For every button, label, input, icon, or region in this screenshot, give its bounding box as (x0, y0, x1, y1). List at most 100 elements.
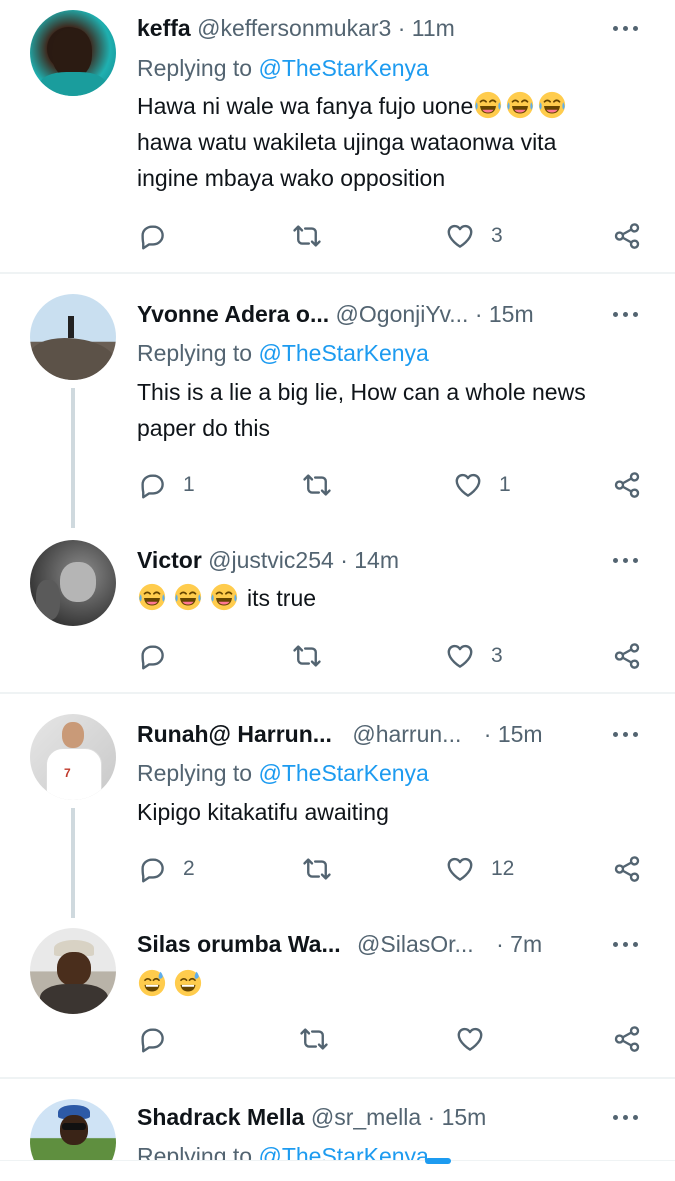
bottom-navigation-bar (0, 1158, 675, 1181)
like-button[interactable]: 3 (445, 216, 503, 256)
more-icon[interactable] (613, 18, 641, 38)
text-line: This is a lie a big lie, How can a whole… (137, 379, 586, 405)
compose-button-edge[interactable] (425, 1158, 451, 1164)
avatar[interactable] (30, 540, 116, 626)
more-icon[interactable] (613, 1107, 641, 1127)
separator-dot: · (340, 547, 348, 573)
timestamp[interactable]: 11m (412, 15, 455, 41)
tweet-header: Shadrack Mella @sr_mella · 15m (137, 1101, 615, 1133)
replying-to-link[interactable]: @TheStarKenya (258, 340, 428, 366)
tweet-actions (0, 1019, 675, 1059)
display-name[interactable]: Shadrack Mella (137, 1104, 304, 1130)
more-icon[interactable] (613, 304, 641, 324)
text-line-content: Hawa ni wale wa fanya fujo uone (137, 93, 474, 119)
share-button[interactable] (612, 849, 642, 889)
replying-to: Replying to @TheStarKenya (137, 1140, 429, 1160)
heart-icon (445, 221, 475, 251)
face-with-tears-of-joy-icon (137, 582, 167, 612)
reply-icon (137, 854, 167, 884)
like-button[interactable]: 1 (453, 465, 511, 505)
face-with-tears-of-joy-icon (173, 582, 203, 612)
retweet-button[interactable] (290, 216, 324, 256)
separator-dot: · (427, 1104, 436, 1130)
display-name[interactable]: Victor (137, 547, 202, 573)
text-line: paper do this (137, 415, 270, 441)
replying-to-link[interactable]: @TheStarKenya (258, 55, 428, 81)
display-name[interactable]: Silas orumba Wa... (137, 931, 341, 957)
heart-icon (453, 470, 483, 500)
more-icon[interactable] (613, 550, 641, 570)
avatar[interactable] (30, 1099, 116, 1160)
reply-icon (137, 470, 167, 500)
tweet-actions: 3 (0, 636, 675, 676)
tweet-header: Runah@ Harrun... @harrun... · 15m (137, 718, 615, 750)
handle[interactable]: @OgonjiYv... (336, 301, 469, 327)
face-with-tears-of-joy-icon (505, 90, 535, 120)
face-with-tears-of-joy-icon (537, 90, 567, 120)
avatar[interactable] (30, 928, 116, 1014)
tweet-actions: 2 12 (0, 849, 675, 889)
more-icon[interactable] (613, 934, 641, 954)
heart-icon (445, 854, 475, 884)
divider (0, 692, 675, 694)
timestamp[interactable]: 7m (510, 931, 542, 957)
timestamp[interactable]: 15m (442, 1104, 487, 1130)
like-count: 12 (491, 857, 515, 880)
like-button[interactable] (455, 1019, 485, 1059)
like-count: 1 (499, 473, 511, 496)
replying-to: Replying to @TheStarKenya (137, 337, 429, 369)
handle[interactable]: @harrun... (352, 721, 461, 747)
reply-button[interactable] (137, 216, 167, 256)
reply-button[interactable]: 1 (137, 465, 195, 505)
text-line: Kipigo kitakatifu awaiting (137, 799, 389, 825)
like-button[interactable]: 3 (445, 636, 503, 676)
share-button[interactable] (612, 636, 642, 676)
like-count: 3 (491, 224, 503, 247)
display-name[interactable]: Runah@ Harrun... (137, 721, 332, 747)
divider (0, 272, 675, 274)
timestamp[interactable]: 15m (498, 721, 543, 747)
like-count: 3 (491, 644, 503, 667)
display-name[interactable]: keffa (137, 15, 191, 41)
tweet-shadrack[interactable]: Shadrack Mella @sr_mella · 15m Replying … (0, 1079, 675, 1160)
reply-button[interactable]: 2 (137, 849, 195, 889)
replying-to-link[interactable]: @TheStarKenya (258, 1143, 428, 1160)
face-with-tears-of-joy-icon (209, 582, 239, 612)
retweet-button[interactable] (300, 465, 334, 505)
tweet-text: Kipigo kitakatifu awaiting (137, 794, 645, 830)
reply-count: 2 (183, 857, 195, 880)
text-line (137, 966, 645, 1002)
text-line: hawa watu wakileta ujinga wataonwa vita (137, 129, 557, 155)
like-button[interactable]: 12 (445, 849, 514, 889)
reply-button[interactable] (137, 636, 167, 676)
heart-icon (445, 641, 475, 671)
thread-line (71, 388, 75, 528)
more-icon[interactable] (613, 724, 641, 744)
handle[interactable]: @keffersonmukar3 (197, 15, 391, 41)
tweet-text (137, 966, 645, 1002)
reply-button[interactable] (137, 1019, 167, 1059)
handle[interactable]: @justvic254 (208, 547, 334, 573)
share-icon (612, 854, 642, 884)
share-button[interactable] (612, 1019, 642, 1059)
share-icon (612, 1024, 642, 1054)
text-line: Hawa ni wale wa fanya fujo uone (137, 88, 645, 124)
replying-to-link[interactable]: @TheStarKenya (258, 760, 428, 786)
retweet-button[interactable] (290, 636, 324, 676)
display-name[interactable]: Yvonne Adera o... (137, 301, 329, 327)
share-button[interactable] (612, 465, 642, 505)
tweet-actions: 1 1 (0, 465, 675, 505)
avatar[interactable] (30, 294, 116, 380)
grinning-face-with-sweat-icon (173, 968, 203, 998)
share-button[interactable] (612, 216, 642, 256)
timestamp[interactable]: 15m (489, 301, 534, 327)
face-with-tears-of-joy-icon (473, 90, 503, 120)
handle[interactable]: @SilasOr... (357, 931, 474, 957)
timestamp[interactable]: 14m (354, 547, 399, 573)
handle[interactable]: @sr_mella (311, 1104, 421, 1130)
tweet-header: Yvonne Adera o... @OgonjiYv... · 15m (137, 298, 615, 330)
retweet-button[interactable] (297, 1019, 331, 1059)
retweet-button[interactable] (300, 849, 334, 889)
avatar[interactable] (30, 10, 116, 96)
avatar[interactable]: 7 (30, 714, 116, 800)
